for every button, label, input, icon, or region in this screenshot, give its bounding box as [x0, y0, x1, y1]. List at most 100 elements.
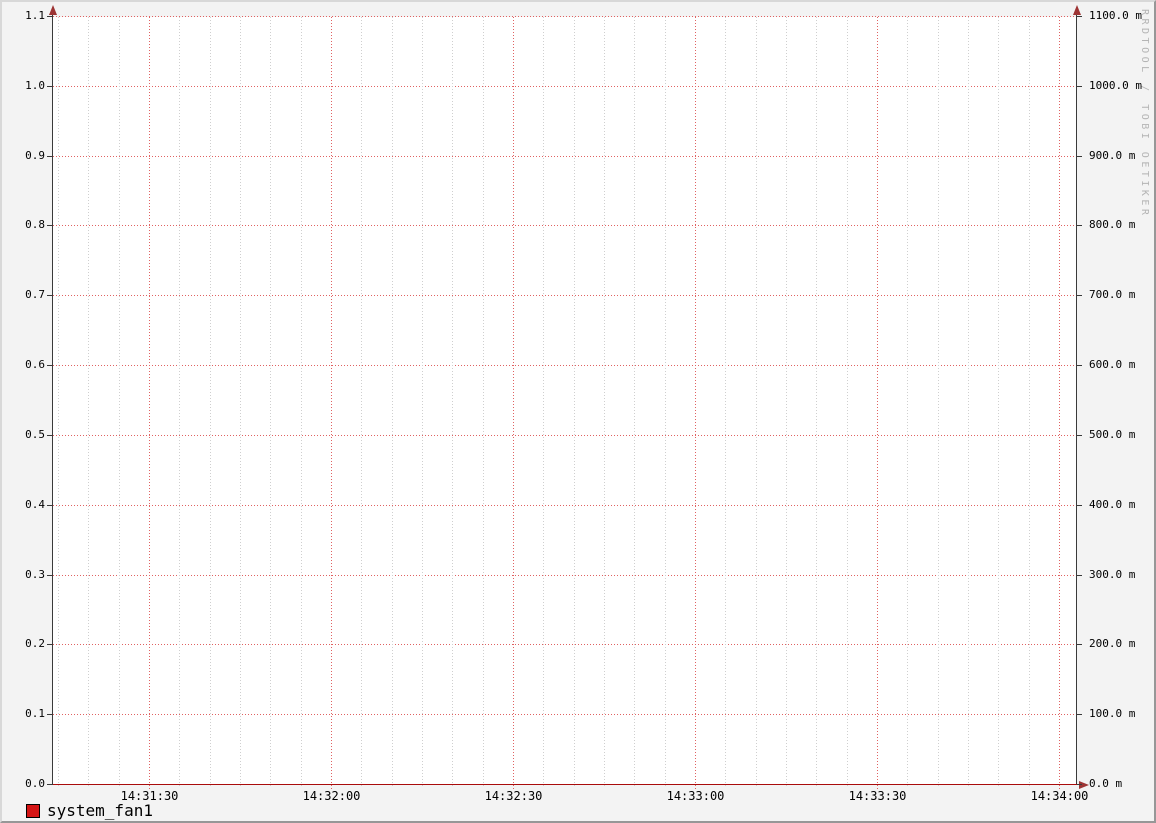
y-major-gridline — [53, 85, 1077, 87]
y-axis-right-tick-label: 700.0 m — [1089, 288, 1136, 302]
y-axis-right-tick-label: 600.0 m — [1089, 358, 1136, 372]
y-axis-right-tick-label: 100.0 m — [1089, 707, 1136, 721]
series-line-system-fan1 — [53, 784, 1077, 785]
right-axis-tick — [1077, 365, 1082, 367]
x-axis-tick-label: 14:31:30 — [120, 789, 179, 803]
y-axis-left-tick-label: 0.3 — [25, 567, 45, 581]
x-minor-gridline — [391, 17, 393, 788]
x-axis-tick-label: 14:32:30 — [484, 789, 543, 803]
x-minor-gridline — [270, 17, 272, 788]
x-minor-gridline — [573, 17, 575, 788]
left-axis-tick — [47, 295, 52, 297]
right-axis-tick — [1077, 16, 1082, 17]
y-major-gridline — [53, 225, 1077, 227]
y-axis-right-tick-label: 400.0 m — [1089, 497, 1136, 511]
left-axis-tick — [47, 225, 52, 227]
y-major-gridline — [53, 16, 1077, 17]
x-minor-gridline — [634, 17, 636, 788]
left-axis-tick — [47, 714, 52, 716]
x-minor-gridline — [998, 17, 1000, 788]
x-minor-gridline — [361, 17, 363, 788]
left-axis-tick — [47, 784, 52, 785]
x-minor-gridline — [755, 17, 757, 788]
y-axis-right-tick-label: 0.0 m — [1089, 777, 1123, 790]
x-minor-gridline — [240, 17, 241, 788]
x-major-gridline — [1059, 17, 1060, 791]
x-minor-gridline — [816, 17, 818, 788]
y-axis-left-tick-label: 0.8 — [25, 218, 45, 232]
x-minor-gridline — [300, 17, 302, 788]
x-minor-gridline — [118, 17, 120, 788]
y-major-gridline — [53, 644, 1077, 646]
left-y-axis-line — [52, 12, 53, 785]
y-axis-right-tick-label: 200.0 m — [1089, 637, 1136, 651]
x-axis-arrow-icon — [1079, 781, 1089, 789]
x-axis-tick-label: 14:33:30 — [848, 789, 907, 803]
y-major-gridline — [53, 295, 1077, 297]
x-minor-gridline — [846, 17, 848, 788]
x-minor-gridline — [422, 17, 423, 788]
left-axis-tick — [47, 155, 52, 157]
x-minor-gridline — [88, 17, 90, 788]
x-major-gridline — [695, 17, 696, 791]
x-minor-gridline — [604, 17, 605, 788]
y-axis-right-tick-label: 1100.0 m — [1089, 9, 1142, 22]
y-axis-right-tick-label: 1000.0 m — [1089, 78, 1142, 92]
right-axis-tick — [1077, 644, 1082, 646]
legend: system_fan1 — [26, 802, 153, 820]
y-major-gridline — [53, 434, 1077, 436]
y-axis-right-tick-label: 300.0 m — [1089, 567, 1136, 581]
y-axis-left-tick-label: 0.6 — [25, 358, 45, 372]
right-axis-tick — [1077, 225, 1082, 227]
x-minor-gridline — [937, 17, 939, 788]
right-axis-tick — [1077, 714, 1082, 716]
x-major-gridline — [877, 17, 878, 791]
x-axis-tick-label: 14:33:00 — [666, 789, 725, 803]
x-minor-gridline — [725, 17, 727, 788]
rrdtool-graph: RRDTOOL / TOBI OETIKER system_fan1 0.0 0.… — [0, 0, 1156, 823]
legend-color-swatch — [26, 804, 40, 818]
y-axis-left-tick-label: 0.1 — [25, 707, 45, 721]
x-major-gridline — [149, 17, 150, 791]
y-major-gridline — [53, 714, 1077, 716]
y-axis-left-tick-label: 1.1 — [25, 9, 45, 22]
x-major-gridline — [513, 17, 514, 791]
right-axis-tick — [1077, 784, 1082, 785]
y-axis-left-tick-label: 0.0 — [25, 777, 45, 790]
left-axis-tick — [47, 434, 52, 436]
x-axis-tick-label: 14:32:00 — [302, 789, 361, 803]
y-major-gridline — [53, 155, 1077, 157]
right-axis-tick — [1077, 85, 1082, 87]
y-axis-left-tick-label: 0.2 — [25, 637, 45, 651]
left-axis-tick — [47, 85, 52, 87]
y-axis-right-tick-label: 800.0 m — [1089, 218, 1136, 232]
right-axis-tick — [1077, 504, 1082, 506]
right-axis-tick — [1077, 434, 1082, 436]
x-minor-gridline — [664, 17, 666, 788]
legend-series-label: system_fan1 — [47, 801, 153, 820]
y-axis-left-tick-label: 0.9 — [25, 148, 45, 162]
right-axis-tick — [1077, 574, 1082, 576]
left-axis-tick — [47, 574, 52, 576]
x-minor-gridline — [58, 17, 59, 788]
y-axis-right-tick-label: 900.0 m — [1089, 148, 1136, 162]
x-minor-gridline — [209, 17, 211, 788]
right-axis-arrow-icon — [1073, 5, 1081, 15]
right-axis-tick — [1077, 295, 1082, 297]
x-major-gridline — [331, 17, 332, 791]
left-axis-tick — [47, 16, 52, 17]
y-axis-left-tick-label: 0.5 — [25, 427, 45, 441]
left-axis-arrow-icon — [49, 5, 57, 15]
right-axis-tick — [1077, 155, 1082, 157]
x-minor-gridline — [1028, 17, 1030, 788]
y-major-gridline — [53, 504, 1077, 506]
x-minor-gridline — [543, 17, 545, 788]
x-minor-gridline — [482, 17, 484, 788]
rrdtool-watermark: RRDTOOL / TOBI OETIKER — [1139, 9, 1150, 219]
x-minor-gridline — [452, 17, 454, 788]
left-axis-tick — [47, 644, 52, 646]
x-axis-tick-label: 14:34:00 — [1030, 789, 1089, 803]
right-y-axis-line — [1076, 12, 1077, 785]
plot-area — [53, 16, 1077, 791]
x-minor-gridline — [786, 17, 787, 788]
